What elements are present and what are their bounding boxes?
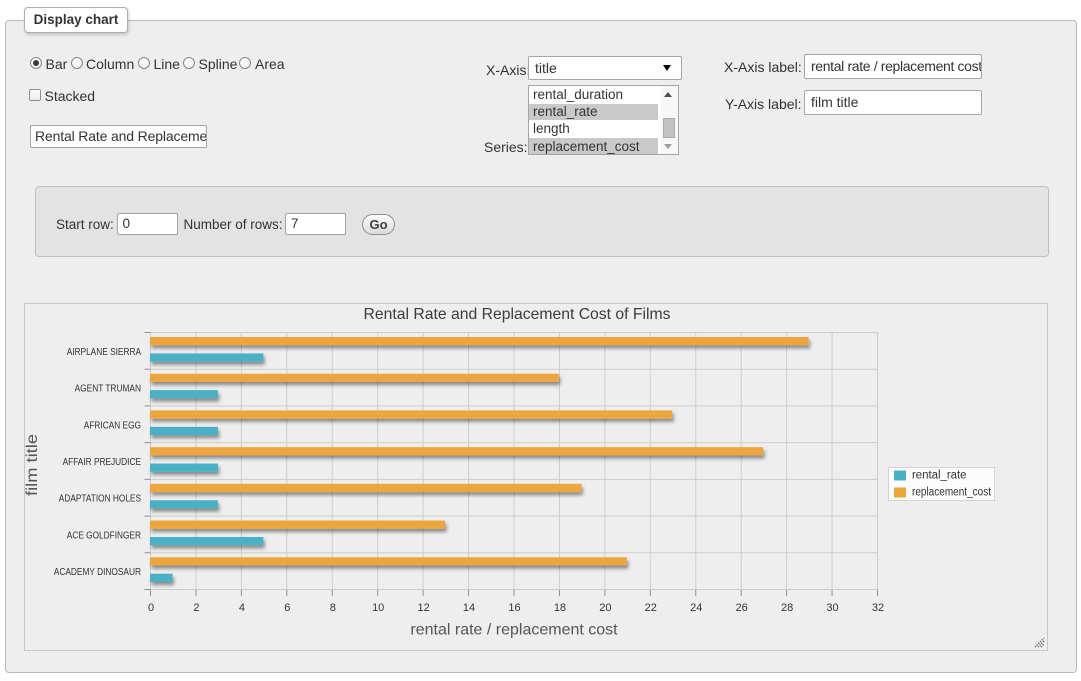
svg-text:16: 16 [508,602,520,614]
svg-text:10: 10 [372,602,384,614]
svg-text:4: 4 [239,602,245,614]
svg-text:film title: film title [25,434,41,496]
svg-text:28: 28 [781,602,793,614]
svg-text:rental rate / replacement cost: rental rate / replacement cost [410,622,618,639]
svg-text:replacement_cost: replacement_cost [912,487,992,499]
svg-text:ADAPTATION HOLES: ADAPTATION HOLES [59,494,141,505]
svg-text:14: 14 [463,602,475,614]
svg-text:8: 8 [330,602,336,614]
svg-text:18: 18 [554,602,566,614]
svg-text:AFRICAN EGG: AFRICAN EGG [84,420,141,431]
svg-text:Rental Rate and Replacement Co: Rental Rate and Replacement Cost of Film… [364,306,671,323]
svg-text:ACE GOLDFINGER: ACE GOLDFINGER [67,530,141,541]
svg-text:26: 26 [736,602,748,614]
svg-text:20: 20 [599,602,611,614]
svg-text:32: 32 [872,602,884,614]
svg-text:2: 2 [193,602,199,614]
svg-text:AGENT TRUMAN: AGENT TRUMAN [75,384,141,395]
svg-text:22: 22 [645,602,657,614]
svg-text:12: 12 [417,602,429,614]
svg-text:AIRPLANE SIERRA: AIRPLANE SIERRA [67,347,142,358]
svg-text:rental_rate: rental_rate [912,470,967,482]
svg-text:0: 0 [148,602,154,614]
svg-text:30: 30 [826,602,838,614]
svg-text:6: 6 [284,602,290,614]
svg-text:ACADEMY DINOSAUR: ACADEMY DINOSAUR [54,567,141,578]
svg-text:AFFAIR PREJUDICE: AFFAIR PREJUDICE [63,457,142,468]
svg-text:24: 24 [690,602,702,614]
